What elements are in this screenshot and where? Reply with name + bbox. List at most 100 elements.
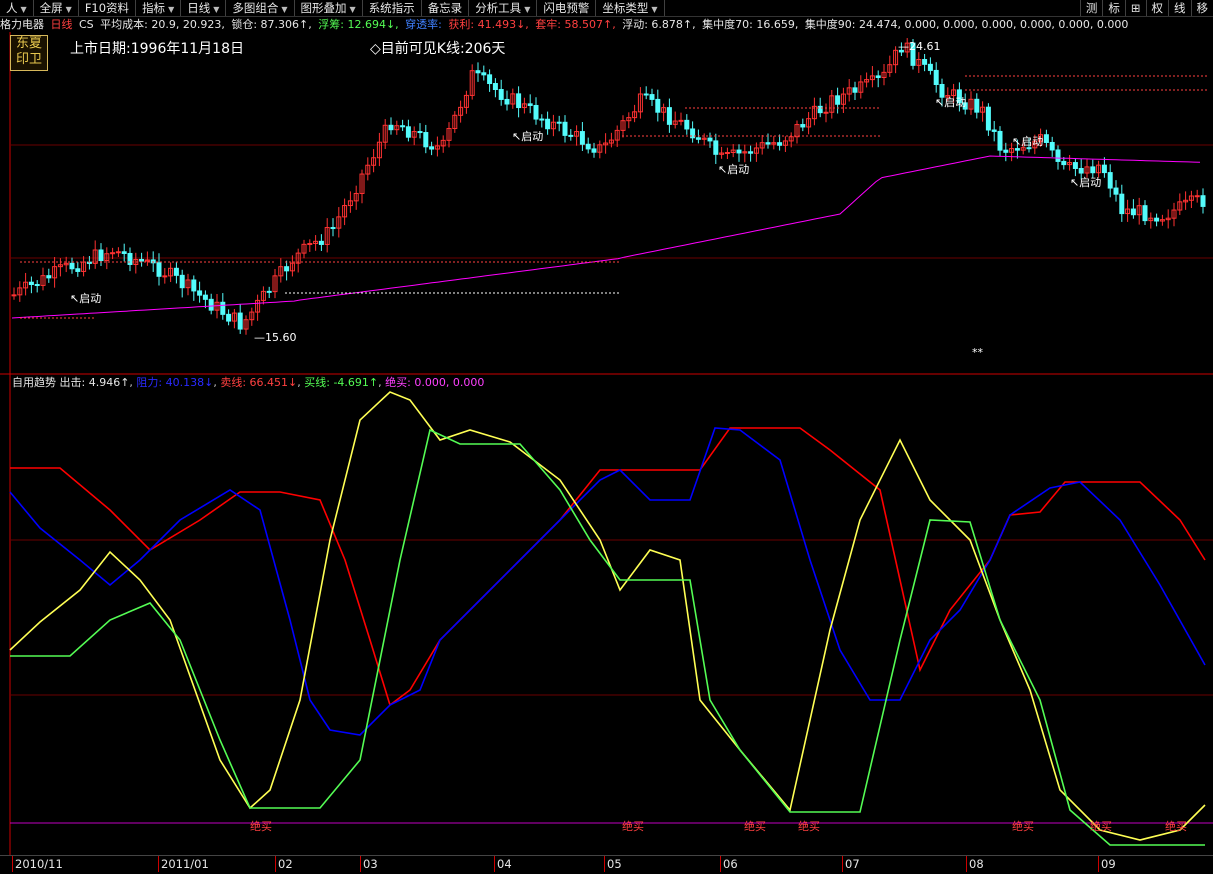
date-axis-label: 2011/01	[158, 856, 209, 872]
candle-body	[650, 95, 654, 100]
candle-body	[122, 252, 126, 254]
candle-body	[401, 126, 405, 127]
candle-body	[12, 295, 16, 296]
visible-k-count: ◇目前可见K线:206天	[370, 38, 505, 58]
candle-body	[557, 122, 561, 123]
candle-body	[725, 153, 729, 154]
date-axis: 2010/11 2011/01 02 03 04 05 06 07 08 09	[0, 855, 1213, 874]
candle-body	[569, 135, 573, 136]
absolute-buy-label: 绝买	[1165, 819, 1187, 833]
absolute-buy-label: 绝买	[1012, 819, 1034, 833]
candle-body	[592, 149, 596, 152]
candle-body	[818, 106, 822, 112]
candle-body	[1155, 218, 1159, 221]
candle-body	[1044, 135, 1048, 143]
candle-body	[1102, 165, 1106, 172]
candle-body	[267, 291, 271, 292]
indicator-out: 出击: 4.946↑	[60, 376, 130, 389]
low-price-label: —15.60	[254, 331, 297, 344]
candle-body	[766, 143, 770, 144]
date-axis-label: 08	[966, 856, 984, 872]
candle-body	[319, 241, 323, 244]
candle-body	[1062, 161, 1066, 164]
start-signal-label: ↖启动	[512, 130, 543, 143]
date-axis-label: 04	[494, 856, 512, 872]
candle-body	[778, 143, 782, 146]
start-signal-label: ↖启动	[718, 163, 749, 176]
candle-body	[174, 268, 178, 275]
candle-body	[749, 152, 753, 153]
candle-body	[163, 276, 167, 277]
resistance-line	[10, 428, 1205, 735]
candle-body	[1108, 173, 1112, 188]
indicator-buy: 买线: -4.691↑	[304, 376, 378, 389]
candle-body	[140, 259, 144, 261]
candle-body	[1143, 206, 1147, 221]
candle-body	[998, 131, 1002, 150]
candle-body	[992, 130, 996, 131]
candle-body	[308, 244, 312, 245]
candle-body	[192, 280, 196, 291]
absolute-buy-label: 绝买	[798, 819, 820, 833]
candle-body	[540, 119, 544, 120]
star-marker: **	[972, 346, 984, 359]
candle-body	[1114, 188, 1118, 194]
candle-body	[685, 120, 689, 129]
candle-body	[70, 263, 74, 268]
candle-body	[1120, 194, 1124, 213]
candle-body	[563, 122, 567, 135]
start-signal-label: ↖启动	[1070, 176, 1101, 189]
candle-body	[534, 105, 538, 119]
candle-body	[35, 285, 39, 286]
date-axis-label: 02	[275, 856, 293, 872]
chart-canvas[interactable]: —15.60—24.61↖启动↖启动↖启动↖启动↖启动↖启动**绝买绝买绝买绝买…	[0, 0, 1213, 873]
moving-average-line	[12, 156, 1200, 318]
candle-body	[1195, 196, 1199, 197]
candle-body	[209, 299, 213, 310]
candle-body	[331, 228, 335, 229]
candle-body	[476, 71, 480, 73]
candle-body	[876, 76, 880, 78]
candle-body	[99, 250, 103, 261]
candle-body	[157, 263, 161, 276]
candle-body	[1050, 142, 1054, 149]
candle-body	[928, 64, 932, 70]
candle-body	[389, 125, 393, 129]
candle-body	[528, 104, 532, 106]
out-line	[10, 392, 1205, 840]
candle-body	[1073, 163, 1077, 169]
candle-body	[1015, 149, 1019, 151]
candle-body	[1201, 196, 1205, 207]
candle-body	[546, 119, 550, 128]
candle-body	[714, 141, 718, 154]
candle-body	[824, 112, 828, 113]
candle-body	[696, 138, 700, 140]
indicator-name[interactable]: 自用趋势	[12, 376, 56, 389]
candle-body	[1079, 168, 1083, 173]
candle-body	[1091, 167, 1095, 173]
candle-body	[180, 275, 184, 287]
candle-body	[580, 132, 584, 145]
candle-body	[116, 252, 120, 253]
candle-body	[986, 107, 990, 130]
candle-body	[708, 138, 712, 141]
candle-body	[128, 253, 132, 264]
candle-body	[238, 313, 242, 329]
broker-logo: 东夏 印卫	[10, 35, 48, 71]
candle-body	[47, 276, 51, 278]
candle-body	[499, 89, 503, 99]
candle-body	[505, 99, 509, 104]
candle-body	[424, 133, 428, 147]
absolute-buy-label: 绝买	[744, 819, 766, 833]
candle-body	[1056, 150, 1060, 161]
candle-body	[1004, 150, 1008, 152]
candle-body	[679, 120, 683, 121]
date-axis-label: 07	[842, 856, 860, 872]
candle-body	[198, 291, 202, 295]
indicator-absolute-buy: 绝买: 0.000, 0.000	[385, 376, 484, 389]
absolute-buy-label: 绝买	[622, 819, 644, 833]
candle-body	[76, 269, 80, 272]
candle-body	[221, 302, 225, 314]
indicator-title-bar: 自用趋势 出击: 4.946↑, 阻力: 40.138↓, 卖线: 66.451…	[12, 376, 484, 390]
candle-body	[656, 99, 660, 112]
